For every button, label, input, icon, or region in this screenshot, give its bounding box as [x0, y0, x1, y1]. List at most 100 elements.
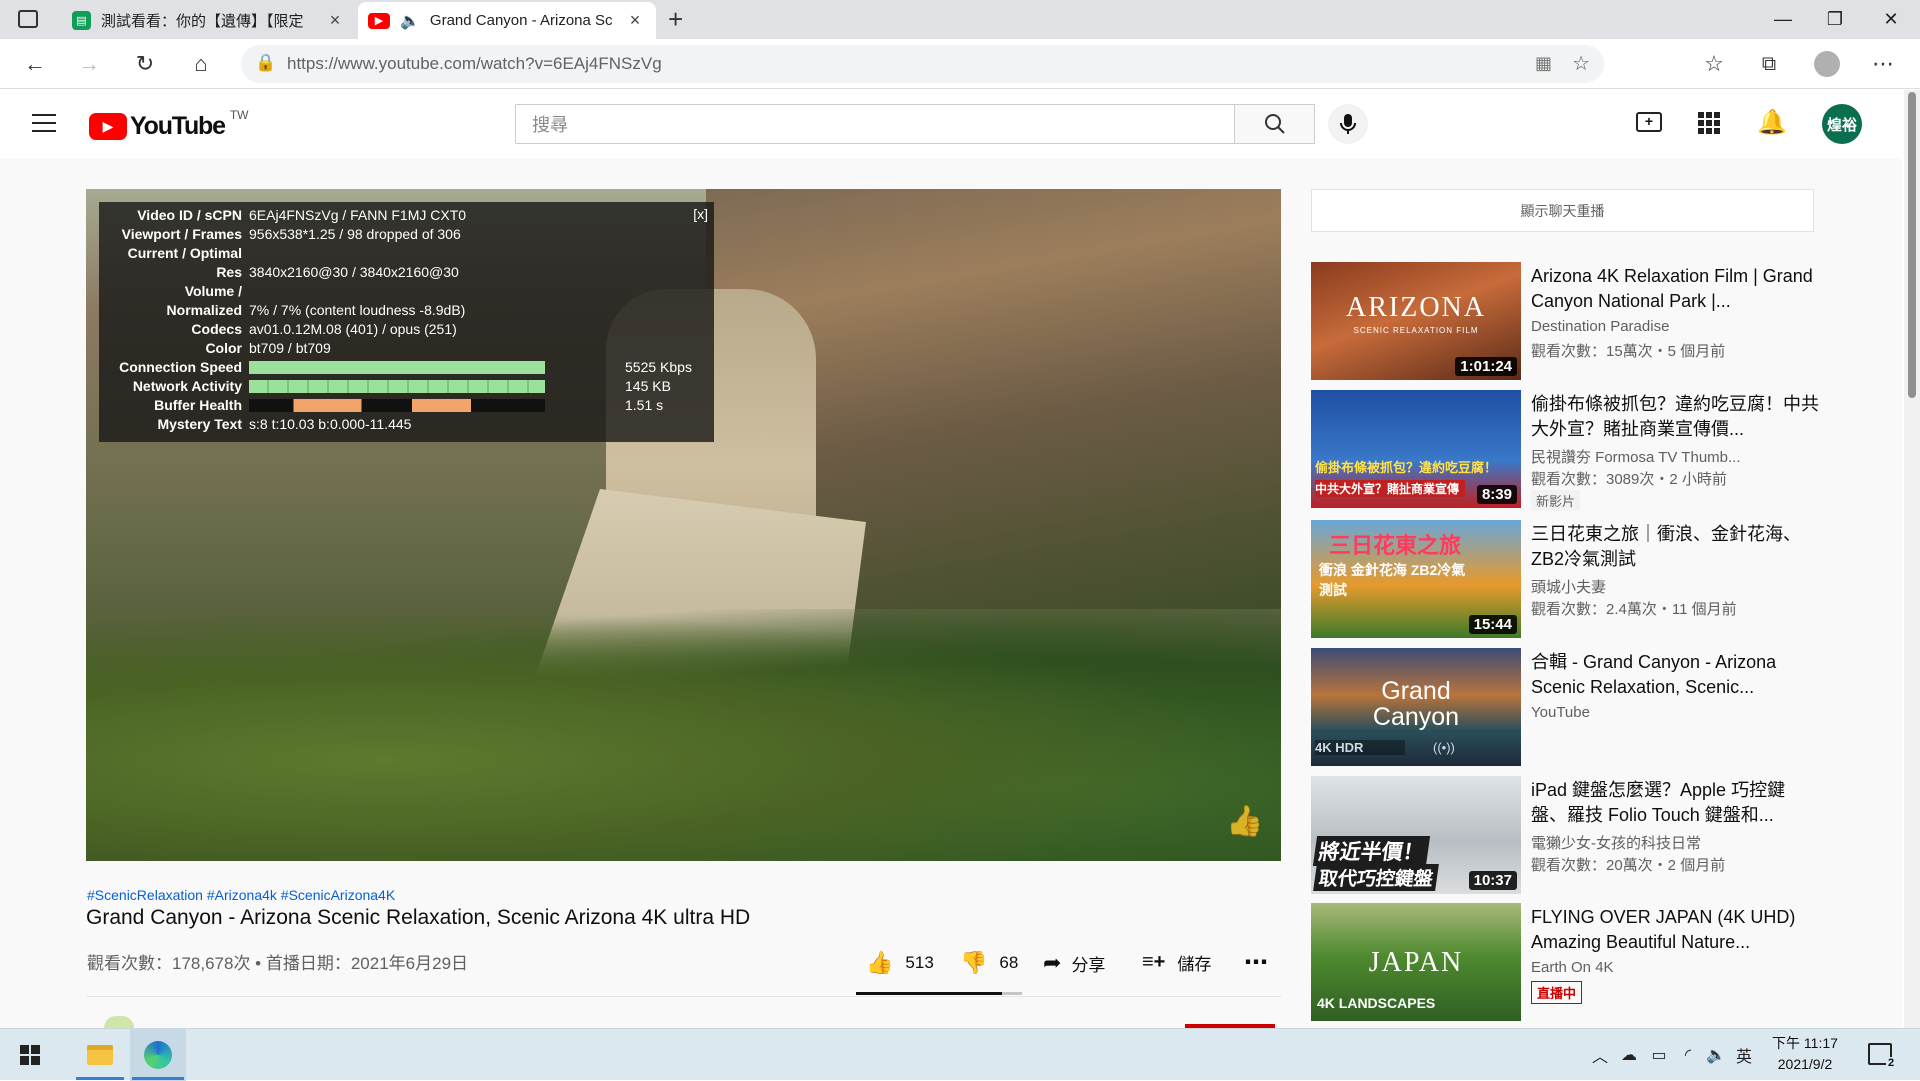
browser-toolbar: ← → ↻ ⌂ 🔒 https://www.youtube.com/watch?… — [0, 39, 1920, 89]
favorite-add-icon[interactable]: ☆ — [1572, 51, 1590, 76]
youtube-logo[interactable]: ▶ YouTube TW — [89, 108, 248, 141]
recommendation-title[interactable]: FLYING OVER JAPAN (4K UHD) Amazing Beaut… — [1531, 905, 1821, 955]
recommendation-item[interactable]: ARIZONA SCENIC RELAXATION FILM 1:01:24 A… — [1311, 262, 1831, 380]
search-icon — [1264, 114, 1285, 134]
apps-grid-icon[interactable] — [1698, 112, 1720, 134]
recommendation-item[interactable]: JAPAN 4K LANDSCAPES FLYING OVER JAPAN (4… — [1311, 903, 1831, 1021]
recommendation-item[interactable]: 將近半價！ 取代巧控鍵盤 10:37 iPad 鍵盤怎麼選？Apple 巧控鍵盤… — [1311, 776, 1831, 894]
create-video-icon[interactable]: + — [1636, 112, 1662, 132]
thumbnail-title: Grand Canyon — [1372, 677, 1460, 731]
more-actions-icon[interactable]: ⋯ — [1244, 948, 1268, 977]
account-avatar[interactable]: 煌裕 — [1822, 104, 1862, 144]
more-menu-icon[interactable]: ⋯ — [1866, 48, 1900, 80]
volume-icon[interactable]: 🔈 — [1702, 1045, 1730, 1065]
maximize-button[interactable]: ❐ — [1806, 0, 1864, 39]
stats-close-button[interactable]: [x] — [693, 206, 708, 222]
thumbnail-subtitle: 4K HDR — [1315, 740, 1405, 755]
save-button[interactable]: ≡+ 儲存 — [1142, 950, 1211, 975]
channel-name[interactable]: Destination Paradise — [1531, 318, 1821, 335]
voice-search-button[interactable] — [1328, 104, 1368, 144]
view-stats: 觀看次數：20萬次・2 個月前 — [1531, 857, 1726, 874]
channel-name[interactable]: Earth On 4K — [1531, 959, 1821, 976]
view-stats: 觀看次數：3089次・2 小時前 — [1531, 471, 1727, 488]
new-video-badge: 新影片 — [1531, 490, 1581, 511]
edge-browser-icon[interactable] — [130, 1029, 186, 1081]
search-button[interactable] — [1235, 104, 1315, 144]
collections-icon[interactable]: ⧉ — [1752, 48, 1786, 80]
onedrive-cloud-icon[interactable]: ☁ — [1614, 1045, 1644, 1065]
video-duration: 15:44 — [1468, 615, 1517, 634]
video-thumbnail[interactable]: 偷掛布條被抓包？違約吃豆腐！ 中共大外宣？賭扯商業宣傳 8:39 — [1311, 390, 1521, 508]
new-tab-button[interactable]: + — [668, 4, 683, 35]
back-button[interactable]: ← — [18, 48, 52, 80]
profile-avatar[interactable] — [1810, 48, 1844, 80]
tab-title: Grand Canyon - Arizona Sc — [429, 12, 613, 29]
address-bar[interactable]: 🔒 https://www.youtube.com/watch?v=6EAj4F… — [241, 45, 1604, 83]
tab-sheet[interactable]: ▤ 測試看看：你的【遺傳】【限定 × — [62, 2, 356, 39]
thumbs-up-icon: 👍 — [866, 950, 894, 975]
thumbnail-title: 三日花東之旅 — [1329, 533, 1462, 558]
forward-button[interactable]: → — [72, 48, 106, 80]
app-available-icon[interactable]: ▦ — [1535, 53, 1552, 74]
recommendation-title[interactable]: 合輯 - Grand Canyon - Arizona Scenic Relax… — [1531, 650, 1821, 700]
thumbnail-title: 將近半價！ — [1312, 836, 1431, 866]
stats-row: Normalized 7% / 7% (content loudness -8.9… — [166, 302, 466, 318]
video-thumbnail[interactable]: ARIZONA SCENIC RELAXATION FILM 1:01:24 — [1311, 262, 1521, 380]
show-chat-replay-button[interactable]: 顯示聊天重播 — [1311, 189, 1814, 232]
video-thumbnail[interactable]: 將近半價！ 取代巧控鍵盤 10:37 — [1311, 776, 1521, 894]
recommendation-item[interactable]: 偷掛布條被抓包？違約吃豆腐！ 中共大外宣？賭扯商業宣傳 8:39 偷掛布條被抓包… — [1311, 390, 1831, 511]
favorites-icon[interactable]: ☆ — [1697, 48, 1731, 80]
recommendation-title[interactable]: 偷掛布條被抓包？違約吃豆腐！中共大外宣？賭扯商業宣傳價... — [1531, 392, 1821, 442]
file-explorer-icon[interactable] — [74, 1029, 126, 1081]
recommendation-title[interactable]: Arizona 4K Relaxation Film | Grand Canyo… — [1531, 264, 1821, 314]
thumbnail-title: JAPAN — [1368, 947, 1464, 978]
scrollbar-thumb[interactable] — [1908, 92, 1916, 398]
chevron-up-icon[interactable]: ︿ — [1586, 1043, 1614, 1067]
battery-icon[interactable]: ▭ — [1644, 1045, 1674, 1065]
lock-icon[interactable]: 🔒 — [255, 53, 276, 73]
recommendation-item[interactable]: Grand Canyon 4K HDR ((•)) 合輯 - Grand Can… — [1311, 648, 1831, 766]
network-activity-graph — [249, 380, 545, 393]
thumbnail-subtitle: 4K LANDSCAPES — [1317, 995, 1436, 1011]
tab-youtube[interactable]: ▶ 🔈 Grand Canyon - Arizona Sc × — [358, 2, 656, 39]
playlist-thumbnail[interactable]: Grand Canyon 4K HDR ((•)) — [1311, 648, 1521, 766]
channel-name[interactable]: 頭城小夫妻 — [1531, 576, 1821, 597]
tab-actions-icon[interactable] — [18, 10, 38, 28]
channel-name[interactable]: YouTube — [1531, 704, 1821, 721]
start-windows-icon[interactable] — [20, 1045, 40, 1065]
wifi-icon[interactable]: ◜ — [1674, 1045, 1702, 1065]
search-input[interactable]: 搜尋 — [515, 104, 1235, 144]
hamburger-menu-icon[interactable] — [32, 114, 56, 132]
minimize-button[interactable]: — — [1754, 0, 1812, 39]
tab-title: 測試看看：你的【遺傳】【限定 — [101, 13, 304, 30]
browser-tab-strip: ▤ 測試看看：你的【遺傳】【限定 × ▶ 🔈 Grand Canyon - Ar… — [0, 0, 1920, 39]
like-button[interactable]: 👍 513 — [866, 950, 934, 976]
close-icon[interactable]: × — [624, 10, 646, 31]
speaker-icon[interactable]: 🔈 — [400, 11, 420, 31]
channel-avatar[interactable] — [104, 1016, 134, 1028]
recommendation-title[interactable]: iPad 鍵盤怎麼選？Apple 巧控鍵盤、羅技 Folio Touch 鍵盤和… — [1531, 778, 1821, 828]
home-button[interactable]: ⌂ — [184, 48, 218, 80]
video-thumbnail[interactable]: 三日花東之旅 衝浪 金針花海 ZB2冷氣測試 15:44 — [1311, 520, 1521, 638]
video-duration: 8:39 — [1476, 485, 1517, 504]
close-icon[interactable]: × — [324, 10, 346, 31]
share-button[interactable]: ➦ 分享 — [1043, 950, 1105, 976]
dislike-button[interactable]: 👎 68 — [960, 950, 1018, 976]
recommendation-item[interactable]: 三日花東之旅 衝浪 金針花海 ZB2冷氣測試 15:44 三日花東之旅｜衝浪、金… — [1311, 520, 1831, 638]
window-close-button[interactable]: ✕ — [1862, 0, 1920, 39]
ime-indicator[interactable]: 英 — [1730, 1043, 1758, 1067]
notifications-bell-icon[interactable]: 🔔 — [1757, 108, 1787, 137]
channel-name[interactable]: 民視讚夯 Formosa TV Thumb... — [1531, 446, 1821, 467]
recommendation-title[interactable]: 三日花東之旅｜衝浪、金針花海、ZB2冷氣測試 — [1531, 522, 1821, 572]
video-duration: 10:37 — [1468, 871, 1517, 890]
video-hashtags[interactable]: #ScenicRelaxation #Arizona4k #ScenicAriz… — [87, 887, 395, 903]
refresh-button[interactable]: ↻ — [128, 48, 162, 80]
video-thumbnail[interactable]: JAPAN 4K LANDSCAPES — [1311, 903, 1521, 1021]
stats-row: Current / Optimal — [127, 245, 242, 261]
like-overlay-icon[interactable]: 👍 — [1226, 804, 1263, 839]
page-scrollbar[interactable] — [1904, 90, 1920, 1028]
clock[interactable]: 下午 11:17 2021/9/2 — [1760, 1033, 1850, 1075]
thumbnail-subtitle: 衝浪 金針花海 ZB2冷氣測試 — [1319, 562, 1466, 598]
stats-row: Viewport / Frames 956x538*1.25 / 98 dropp… — [121, 226, 461, 242]
channel-name[interactable]: 電獺少女-女孩的科技日常 — [1531, 832, 1821, 853]
